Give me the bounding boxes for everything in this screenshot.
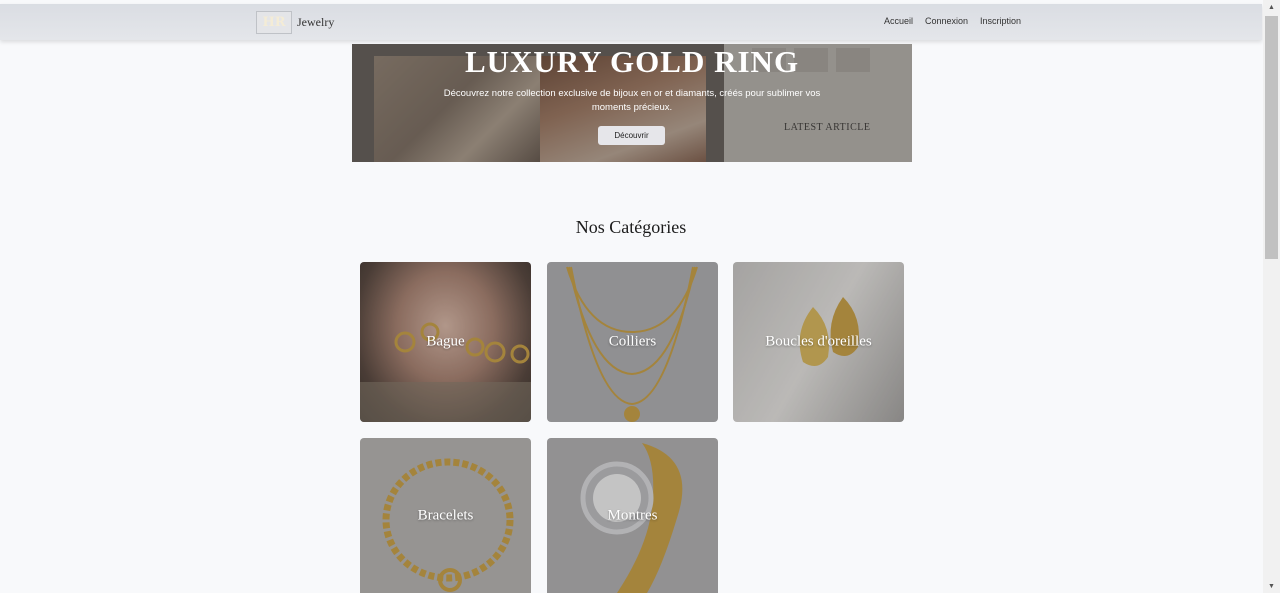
scrollbar[interactable]: ▲ ▼ bbox=[1263, 0, 1280, 593]
category-card-boucles[interactable]: Boucles d'oreilles bbox=[733, 262, 904, 422]
category-card-bracelets[interactable]: Bracelets bbox=[360, 438, 531, 593]
category-label: Montres bbox=[607, 507, 658, 523]
discover-button[interactable]: Découvrir bbox=[598, 126, 665, 145]
category-label: Bague bbox=[426, 333, 465, 350]
nav-link-connexion[interactable]: Connexion bbox=[925, 16, 968, 26]
nav-links: Accueil Connexion Inscription bbox=[884, 16, 1033, 26]
category-label: Bracelets bbox=[417, 507, 474, 523]
category-label: Colliers bbox=[608, 333, 657, 350]
logo[interactable]: HR bbox=[256, 11, 292, 34]
nav-link-accueil[interactable]: Accueil bbox=[884, 16, 913, 26]
scroll-down-arrow-icon[interactable]: ▼ bbox=[1263, 581, 1280, 593]
category-card-bague[interactable]: Bague bbox=[360, 262, 531, 422]
navbar: HR Jewelry Accueil Connexion Inscription bbox=[0, 4, 1262, 40]
brand-name[interactable]: Jewelry bbox=[297, 15, 334, 30]
hero-subtitle: Découvrez notre collection exclusive de … bbox=[443, 88, 821, 113]
nav-link-inscription[interactable]: Inscription bbox=[980, 16, 1021, 26]
category-card-montres[interactable]: Montres bbox=[547, 438, 718, 593]
category-label: Boucles d'oreilles bbox=[765, 333, 872, 350]
scroll-thumb[interactable] bbox=[1265, 16, 1278, 259]
scroll-up-arrow-icon[interactable]: ▲ bbox=[1263, 2, 1280, 14]
category-card-colliers[interactable]: Colliers bbox=[547, 262, 718, 422]
hero-title: LUXURY GOLD RING bbox=[464, 44, 800, 79]
hero-banner: LATEST ARTICLE LUXURY GOLD RING Découvre… bbox=[352, 44, 912, 162]
categories-title: Nos Catégories bbox=[575, 217, 687, 237]
